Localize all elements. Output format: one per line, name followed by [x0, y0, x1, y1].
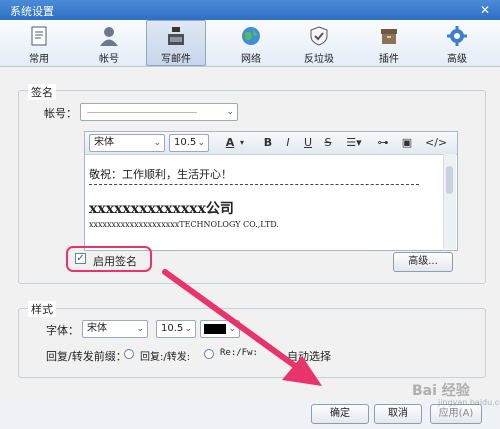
enable-signature-checkbox[interactable]: ✓: [75, 253, 86, 264]
watermark-url: jingyan.baidu.com: [438, 398, 500, 407]
align-icon[interactable]: ☰▾: [343, 135, 365, 151]
style-size-select[interactable]: 10.5 ⌄: [156, 320, 196, 338]
prefix-option-english-radio[interactable]: [204, 349, 214, 359]
box-icon: [381, 29, 397, 44]
signature-advanced-button[interactable]: 高级...: [393, 252, 453, 272]
dialog-footer: [0, 399, 500, 429]
style-group-title: 样式: [28, 301, 56, 317]
tab-plugins[interactable]: 插件: [360, 21, 418, 65]
signature-editor[interactable]: 宋体 ⌄ 10.5 ⌄ A ▾ B I U S ☰▾ ⊶ ▣ </> 敬祝：工作…: [84, 131, 458, 251]
style-font-select[interactable]: 宋体 ⌄: [82, 320, 148, 338]
chevron-down-icon: ⌄: [184, 324, 192, 334]
cancel-button[interactable]: 取消: [374, 404, 422, 424]
prefix-option-chinese-radio[interactable]: [124, 349, 134, 359]
editor-font-select[interactable]: 宋体 ⌄: [89, 134, 165, 152]
signature-divider: [89, 184, 419, 185]
account-placeholder-line: [87, 112, 197, 113]
tab-antispam-label: 反垃圾: [304, 54, 334, 65]
ok-button[interactable]: 确定: [311, 404, 369, 424]
underline-button[interactable]: U: [301, 135, 315, 151]
editor-size-select[interactable]: 10.5 ⌄: [169, 134, 209, 152]
font-color-select[interactable]: ⌄: [200, 320, 240, 338]
title-bar: 系统设置 ✕: [0, 0, 500, 20]
scrollbar-thumb[interactable]: [446, 166, 453, 194]
prefix-option-chinese-label[interactable]: 回复:/转发:: [140, 348, 190, 363]
chevron-down-icon: ⌄: [226, 107, 234, 117]
tab-network-label: 网络: [241, 54, 261, 65]
font-label: 字体：: [46, 324, 79, 337]
account-label: 帐号：: [44, 107, 77, 120]
tab-general-label: 常用: [29, 54, 49, 65]
tab-antispam[interactable]: 反垃圾: [290, 21, 348, 65]
enable-signature-label[interactable]: 启用签名: [93, 253, 137, 269]
prefix-option-auto-label[interactable]: 自动选择: [287, 348, 331, 364]
globe-icon: [242, 27, 260, 45]
tab-account[interactable]: 帐号: [80, 21, 138, 65]
window-title: 系统设置: [10, 5, 54, 18]
italic-button[interactable]: I: [281, 135, 295, 151]
shield-icon: [310, 26, 328, 46]
signature-group-title: 签名: [28, 84, 56, 100]
user-icon: [100, 27, 118, 46]
signature-english: xxxxxxxxxxxxxxxxxxxxTECHNOLOGY CO.,LTD.: [89, 220, 279, 229]
reply-prefix-label: 回复/转发前缀：: [46, 350, 127, 363]
font-color-button[interactable]: A: [223, 135, 237, 151]
ink-bottle-icon: [168, 27, 184, 45]
signature-company: xxxxxxxxxxxxxx公司: [89, 201, 234, 217]
close-button[interactable]: ✕: [476, 2, 494, 18]
settings-window: 系统设置 ✕ 常用 帐号 写邮件 网络 反垃圾 插件 高级 签名 帐号： ⌄ 宋…: [0, 0, 500, 429]
editor-font-value: 宋体: [94, 137, 114, 148]
source-code-button[interactable]: </>: [425, 135, 447, 151]
chevron-down-icon: ⌄: [228, 324, 236, 334]
color-swatch: [204, 324, 226, 334]
gear-icon: [447, 26, 467, 46]
tab-account-label: 帐号: [99, 54, 119, 65]
tab-advanced-label: 高级: [447, 54, 467, 65]
tab-compose[interactable]: 写邮件: [146, 20, 206, 66]
tab-compose-label: 写邮件: [161, 54, 191, 65]
editor-size-value: 10.5: [174, 137, 197, 148]
tab-advanced[interactable]: 高级: [428, 21, 486, 65]
prefix-option-english-label[interactable]: Re:/Fw:: [220, 348, 258, 358]
image-icon[interactable]: ▣: [399, 135, 415, 151]
tab-general[interactable]: 常用: [10, 21, 68, 65]
signature-greeting: 敬祝：工作顺利，生活开心！: [89, 168, 232, 181]
document-icon: [31, 26, 47, 46]
editor-toolbar: 宋体 ⌄ 10.5 ⌄ A ▾ B I U S ☰▾ ⊶ ▣ </>: [85, 132, 457, 155]
style-font-value: 宋体: [87, 323, 107, 334]
chevron-down-icon: ⌄: [153, 138, 161, 148]
bold-button[interactable]: B: [261, 135, 275, 151]
style-group: [18, 308, 486, 378]
watermark-logo: Bai 经验: [412, 383, 470, 399]
apply-button[interactable]: 应用(A): [430, 404, 482, 424]
account-select[interactable]: ⌄: [80, 103, 238, 121]
settings-toolbar: 常用 帐号 写邮件 网络 反垃圾 插件 高级: [0, 20, 500, 67]
tab-network[interactable]: 网络: [222, 21, 280, 65]
chevron-down-icon: ⌄: [197, 138, 205, 148]
caret-down-icon[interactable]: ▾: [237, 135, 247, 151]
tab-plugins-label: 插件: [379, 54, 399, 65]
link-icon[interactable]: ⊶: [375, 135, 391, 151]
chevron-down-icon: ⌄: [136, 324, 144, 334]
signature-content[interactable]: 敬祝：工作顺利，生活开心！ xxxxxxxxxxxxxx公司 xxxxxxxxx…: [85, 154, 457, 250]
editor-scrollbar[interactable]: [443, 154, 456, 249]
style-size-value: 10.5: [161, 323, 184, 334]
enable-signature-highlight: ✓ 启用签名: [66, 246, 152, 272]
strikethrough-button[interactable]: S: [321, 135, 335, 151]
